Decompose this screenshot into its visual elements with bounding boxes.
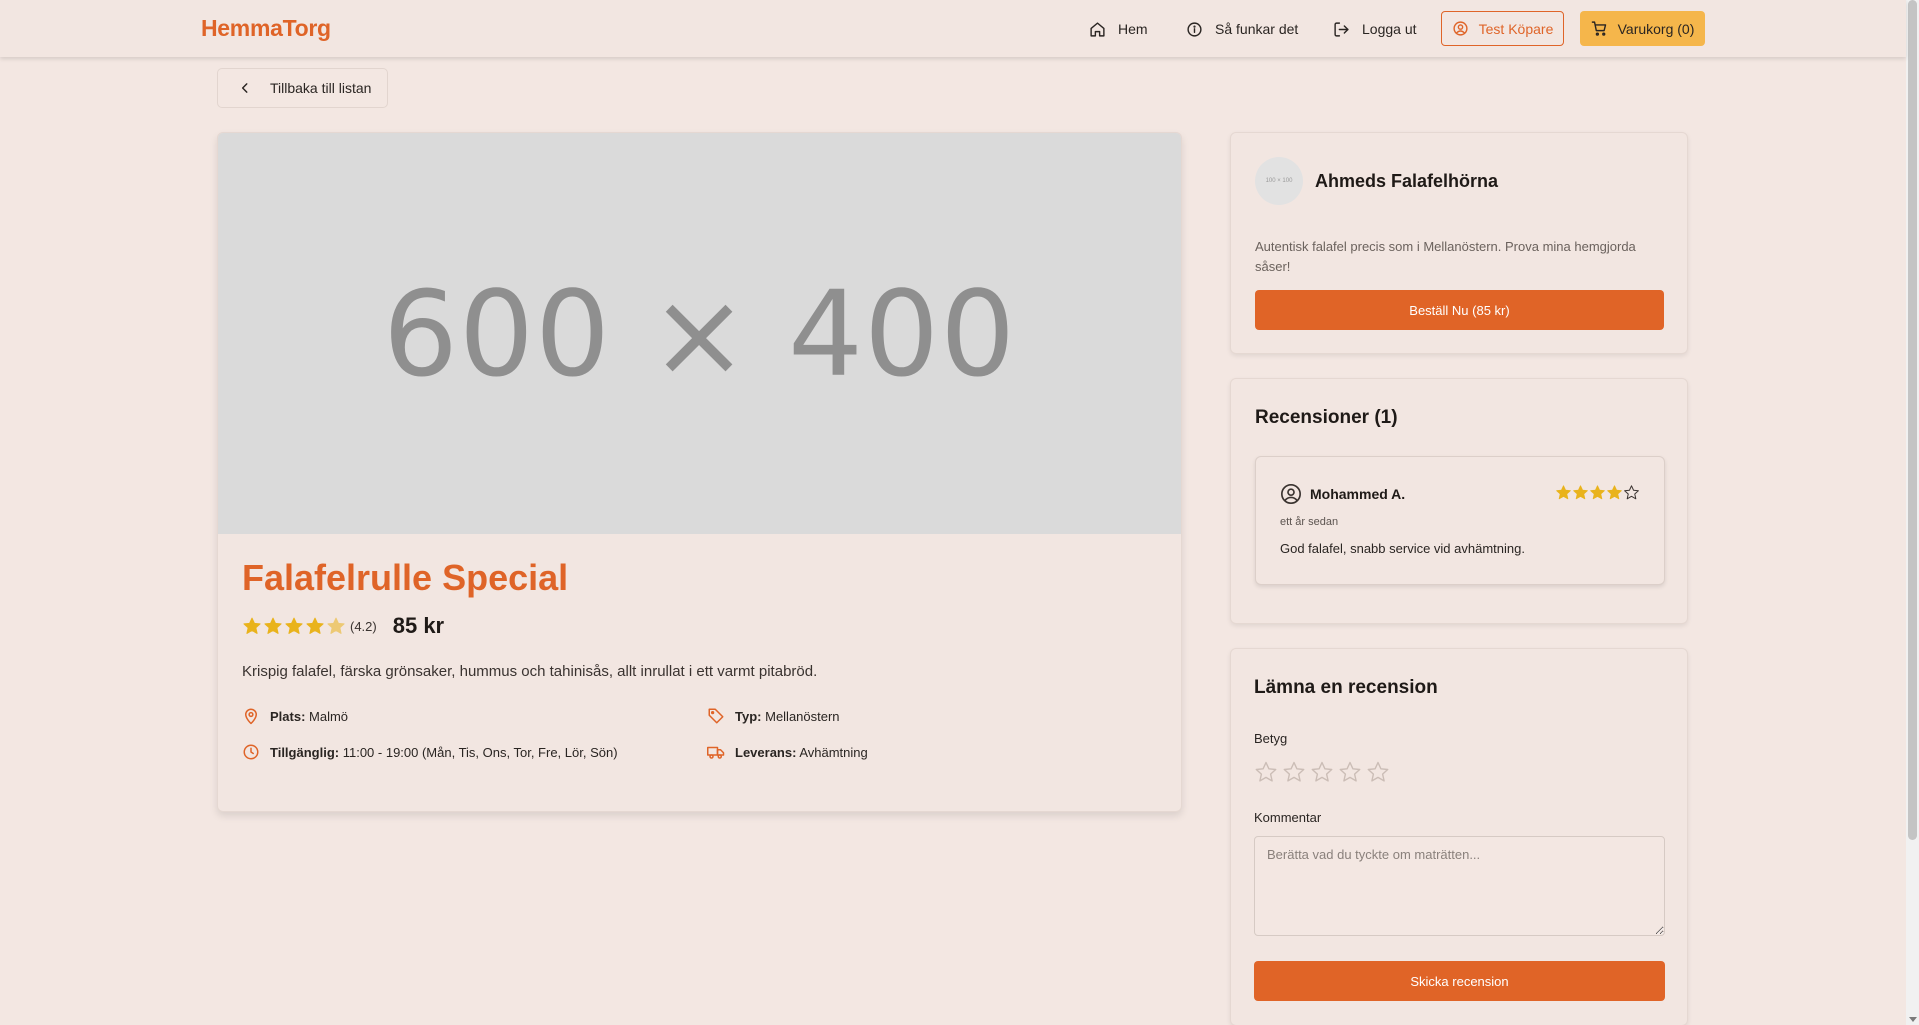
- review-rating-stars: [1555, 484, 1640, 501]
- star-icon: [1573, 485, 1588, 500]
- back-to-list-button[interactable]: Tillbaka till listan: [217, 68, 388, 108]
- profile-button[interactable]: Test Köpare: [1441, 11, 1564, 46]
- rating-star-icon[interactable]: [1310, 760, 1334, 784]
- reviewer-name: Mohammed A.: [1310, 486, 1406, 502]
- cart-button-label: Varukorg (0): [1617, 20, 1695, 37]
- logout-icon: [1334, 21, 1349, 37]
- reviews-title: Recensioner (1): [1255, 407, 1398, 428]
- detail-delivery-text: Leverans: Avhämtning: [735, 744, 868, 760]
- review-item: Mohammed A. ett år sedan God falafel, sn…: [1255, 456, 1665, 585]
- chevron-left-icon: [241, 83, 248, 93]
- review-form-card: Lämna en recension Betyg Kommentar Skick…: [1230, 648, 1688, 1025]
- nav-home-label: Hem: [1118, 21, 1148, 37]
- seller-card: 100 × 100 Ahmeds Falafelhörna Autentisk …: [1230, 132, 1688, 354]
- truck-icon: [707, 746, 725, 759]
- detail-location: Plats: Malmö: [242, 707, 348, 725]
- product-rating-value: (4.2): [350, 618, 377, 634]
- seller-avatar-placeholder-text: 100 × 100: [1265, 178, 1293, 184]
- review-text: God falafel, snabb service vid avhämtnin…: [1280, 541, 1525, 556]
- product-image: 600 × 400: [218, 133, 1181, 534]
- nav-how-it-works-link[interactable]: Så funkar det: [1186, 18, 1298, 40]
- logo[interactable]: HemmaTorg: [201, 15, 331, 42]
- star-icon: [1624, 485, 1639, 500]
- review-form-title: Lämna en recension: [1254, 677, 1438, 698]
- profile-button-label: Test Köpare: [1478, 20, 1554, 37]
- seller-name: Ahmeds Falafelhörna: [1315, 171, 1499, 191]
- star-icon: [1556, 485, 1571, 500]
- star-icon: [285, 617, 303, 634]
- product-card: 600 × 400 Falafelrulle Special (4.2) 85 …: [217, 132, 1182, 812]
- star-icon: [1607, 485, 1622, 500]
- star-icon: [306, 617, 324, 634]
- user-circle-icon: [1453, 21, 1468, 36]
- order-now-button[interactable]: Beställ Nu (85 kr): [1255, 290, 1664, 330]
- clock-icon: [243, 744, 259, 760]
- submit-review-button[interactable]: Skicka recension: [1254, 961, 1665, 1001]
- product-image-placeholder-text: 600 × 400: [382, 264, 1017, 403]
- detail-availability: Tillgänglig: 11:00 - 19:00 (Mån, Tis, On…: [242, 743, 618, 761]
- product-title: Falafelrulle Special: [242, 557, 569, 598]
- nav-logout-link[interactable]: Logga ut: [1333, 18, 1417, 40]
- product-price: 85 kr: [392, 613, 445, 638]
- nav-logout-label: Logga ut: [1362, 21, 1417, 37]
- back-button-label: Tillbaka till listan: [270, 80, 372, 96]
- scroll-down-arrow-icon[interactable]: [1909, 1017, 1917, 1022]
- rating-star-icon[interactable]: [1282, 760, 1306, 784]
- detail-location-text: Plats: Malmö: [270, 708, 349, 724]
- seller-avatar: 100 × 100: [1255, 157, 1303, 205]
- detail-availability-text: Tillgänglig: 11:00 - 19:00 (Mån, Tis, On…: [270, 744, 618, 760]
- reviews-card: Recensioner (1) Mohammed A. ett år sedan…: [1230, 378, 1688, 624]
- star-icon: [264, 617, 282, 634]
- detail-delivery: Leverans: Avhämtning: [707, 743, 868, 761]
- comment-label: Kommentar: [1254, 810, 1322, 825]
- nav-how-it-works-label: Så funkar det: [1215, 21, 1299, 37]
- product-rating-stars: [242, 616, 346, 636]
- top-navbar: HemmaTorg Hem Så funkar det Logga ut Tes…: [0, 0, 1906, 57]
- home-icon: [1090, 21, 1105, 37]
- nav-home-link[interactable]: Hem: [1089, 18, 1148, 40]
- rating-star-icon[interactable]: [1254, 760, 1278, 784]
- star-icon: [327, 617, 345, 634]
- product-description: Krispig falafel, färska grönsaker, hummu…: [242, 663, 818, 680]
- star-icon: [243, 617, 261, 634]
- cart-button[interactable]: Varukorg (0): [1580, 11, 1705, 46]
- rating-label: Betyg: [1254, 731, 1288, 746]
- reviewer: Mohammed A.: [1280, 483, 1405, 505]
- review-time: ett år sedan: [1280, 516, 1339, 528]
- rating-star-icon[interactable]: [1366, 760, 1390, 784]
- detail-type: Typ: Mellanöstern: [707, 707, 840, 725]
- rating-star-icon[interactable]: [1338, 760, 1362, 784]
- seller-description: Autentisk falafel precis som i Mellanöst…: [1255, 239, 1636, 274]
- detail-type-text: Typ: Mellanöstern: [735, 708, 840, 724]
- user-circle-icon: [1281, 484, 1301, 504]
- map-pin-icon: [245, 708, 257, 725]
- cart-icon: [1591, 21, 1606, 36]
- star-icon: [1590, 485, 1605, 500]
- rating-input[interactable]: [1254, 760, 1390, 784]
- product-rating-row: (4.2) 85 kr: [242, 611, 444, 641]
- page-scrollbar[interactable]: [1906, 0, 1919, 1025]
- scrollbar-thumb[interactable]: [1908, 0, 1917, 840]
- tag-icon: [708, 708, 724, 724]
- info-icon: [1187, 21, 1202, 37]
- comment-textarea[interactable]: [1254, 836, 1665, 936]
